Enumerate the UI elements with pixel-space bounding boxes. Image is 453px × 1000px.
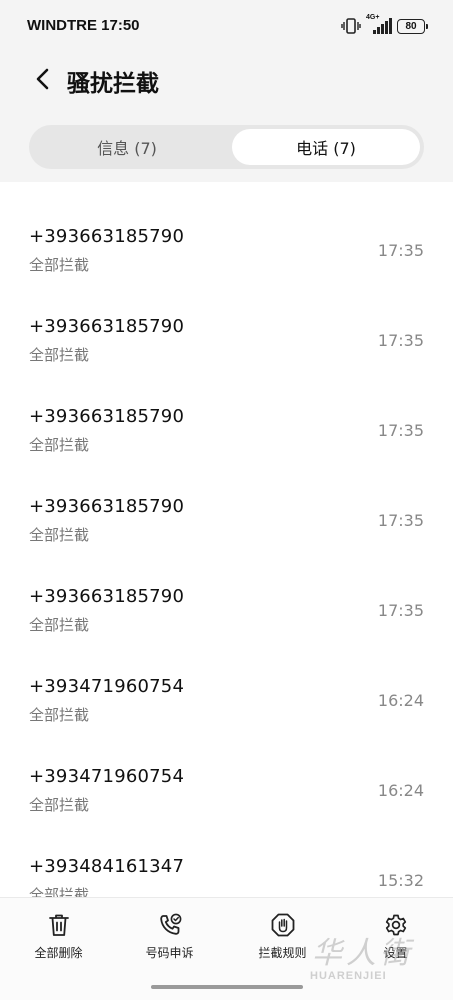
call-status: 全部拦截	[29, 886, 90, 897]
call-status: 全部拦截	[29, 256, 90, 274]
vibrate-icon	[341, 18, 361, 34]
number-appeal-label: 号码申诉	[145, 946, 194, 960]
phone-appeal-icon	[160, 913, 182, 935]
signal-icon: 4G+	[366, 14, 392, 35]
call-time: 17:35	[377, 241, 424, 260]
battery-level: 80	[405, 20, 417, 32]
list-item[interactable]: +393663185790 全部拦截 17:35	[0, 192, 453, 282]
chevron-left-icon	[36, 68, 49, 90]
call-time: 17:35	[377, 601, 424, 620]
call-time: 16:24	[377, 781, 424, 800]
tab-messages[interactable]: 信息 (7)	[33, 129, 221, 165]
blocked-call-list: +393663185790 全部拦截 17:35 +393663185790 全…	[0, 192, 453, 897]
call-number: +393663185790	[29, 406, 185, 427]
call-number: +393663185790	[29, 316, 185, 337]
status-bar: WINDTRE 17:50 4G+ 80	[0, 0, 453, 52]
call-number: +393663185790	[29, 226, 185, 247]
list-item[interactable]: +393471960754 全部拦截 16:24	[0, 642, 453, 732]
list-item[interactable]: +393663185790 全部拦截 17:35	[0, 282, 453, 372]
call-number: +393471960754	[29, 676, 185, 697]
call-time: 16:24	[377, 691, 424, 710]
list-item[interactable]: +393663185790 全部拦截 17:35	[0, 552, 453, 642]
number-appeal-button[interactable]: 号码申诉	[113, 898, 226, 978]
call-number: +393663185790	[29, 586, 185, 607]
header: 骚扰拦截	[0, 56, 453, 106]
call-time: 15:32	[377, 871, 424, 890]
list-item[interactable]: +393471960754 全部拦截 16:24	[0, 732, 453, 822]
page-title: 骚扰拦截	[67, 71, 159, 97]
list-item[interactable]: +393663185790 全部拦截 17:35	[0, 372, 453, 462]
call-status: 全部拦截	[29, 346, 90, 364]
watermark-en: HUARENJIEI	[310, 970, 387, 982]
hand-stop-icon	[271, 913, 295, 937]
call-time: 17:35	[377, 331, 424, 350]
battery-icon: 80	[397, 18, 428, 34]
call-status: 全部拦截	[29, 616, 90, 634]
home-indicator[interactable]	[151, 985, 303, 989]
tab-switcher: 信息 (7) 电话 (7)	[29, 125, 424, 169]
call-status: 全部拦截	[29, 436, 90, 454]
back-button[interactable]	[30, 66, 56, 92]
call-number: +393484161347	[29, 856, 185, 877]
call-number: +393471960754	[29, 766, 185, 787]
list-item[interactable]: +393663185790 全部拦截 17:35	[0, 462, 453, 552]
call-time: 17:35	[377, 511, 424, 530]
delete-all-button[interactable]: 全部删除	[2, 898, 115, 978]
call-number: +393663185790	[29, 496, 185, 517]
list-item[interactable]: +393484161347 全部拦截 15:32	[0, 822, 453, 897]
call-status: 全部拦截	[29, 796, 90, 814]
watermark-cn: 华人街	[312, 936, 414, 971]
delete-all-label: 全部删除	[34, 946, 83, 960]
tab-calls[interactable]: 电话 (7)	[232, 129, 420, 165]
call-time: 17:35	[377, 421, 424, 440]
carrier-time: WINDTRE 17:50	[27, 17, 140, 34]
status-icons: 4G+ 80	[341, 14, 428, 36]
watermark-logo: 华人街 HUARENJIEI	[310, 928, 435, 990]
call-status: 全部拦截	[29, 706, 90, 724]
call-status: 全部拦截	[29, 526, 90, 544]
trash-icon	[49, 914, 69, 936]
